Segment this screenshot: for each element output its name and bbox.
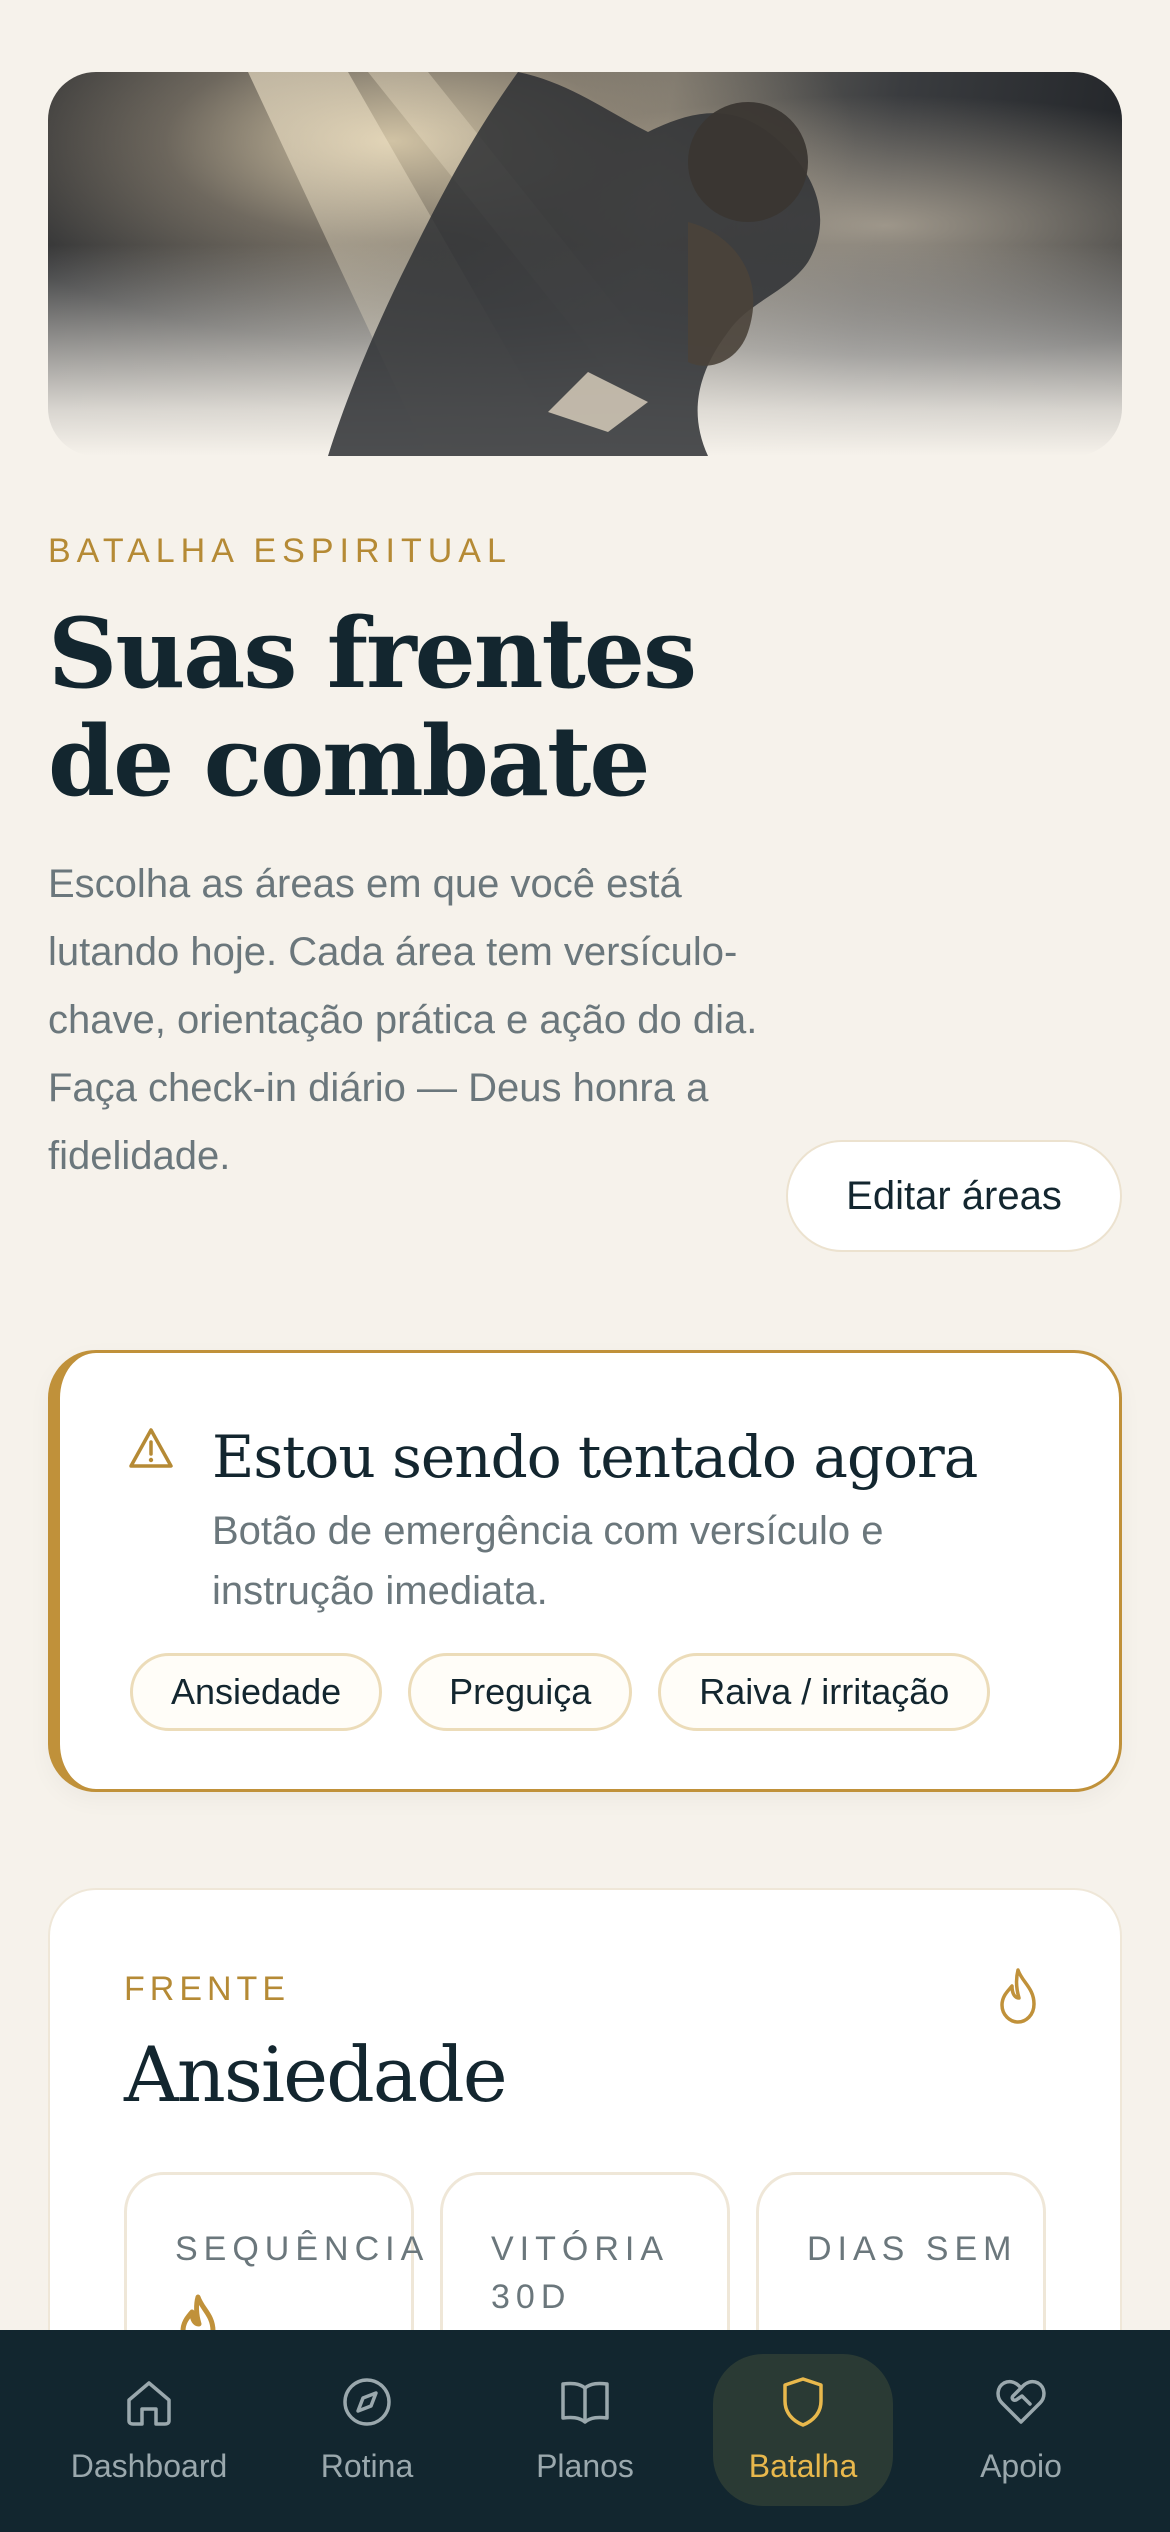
- chip-ansiedade[interactable]: Ansiedade: [130, 1653, 383, 1731]
- home-icon: [127, 2381, 171, 2426]
- heart-hands-icon: [996, 2379, 1046, 2424]
- section-eyebrow: BATALHA ESPIRITUAL: [48, 532, 512, 570]
- page-title: Suas frentes de combate: [48, 597, 697, 818]
- bottom-nav: Dashboard Rotina Planos Batalha Apoio: [0, 2330, 1170, 2532]
- nav-item-planos[interactable]: Planos: [495, 2354, 675, 2506]
- hero-image: [48, 72, 1122, 456]
- nav-item-apoio[interactable]: Apoio: [931, 2354, 1111, 2506]
- nav-item-rotina[interactable]: Rotina: [277, 2354, 457, 2506]
- stat-label: SEQUÊNCIA: [175, 2230, 430, 2268]
- praying-man-illustration: [248, 72, 821, 456]
- front-eyebrow: FRENTE: [124, 1970, 290, 2008]
- nav-item-dashboard[interactable]: Dashboard: [59, 2354, 239, 2506]
- edit-areas-button[interactable]: Editar áreas: [786, 1140, 1122, 1252]
- warning-icon: [129, 1428, 173, 1468]
- shield-icon: [783, 2377, 823, 2427]
- front-title: Ansiedade: [124, 2030, 508, 2119]
- flame-icon: [1000, 1968, 1036, 2024]
- nav-label: Dashboard: [70, 2448, 228, 2484]
- compass-icon: [343, 2378, 391, 2426]
- nav-item-batalha[interactable]: Batalha: [713, 2354, 893, 2506]
- nav-label: Batalha: [748, 2448, 858, 2484]
- nav-label: Planos: [536, 2448, 634, 2484]
- stat-label: VITÓRIA 30D: [491, 2230, 668, 2316]
- page-description: Escolha as áreas em que você está lutand…: [48, 862, 758, 1178]
- emergency-title: Estou sendo tentado agora: [212, 1423, 978, 1491]
- emergency-chips: Ansiedade Preguiça Raiva / irritação: [130, 1653, 991, 1731]
- chip-raiva[interactable]: Raiva / irritação: [658, 1653, 991, 1731]
- book-icon: [561, 2381, 609, 2424]
- emergency-subtitle: Botão de emergência com versículo e inst…: [212, 1509, 884, 1613]
- chip-preguica[interactable]: Preguiça: [408, 1653, 633, 1731]
- stat-label: DIAS SEM: [807, 2230, 1018, 2268]
- nav-label: Apoio: [980, 2448, 1062, 2484]
- nav-label: Rotina: [320, 2448, 414, 2484]
- emergency-card[interactable]: Estou sendo tentado agora Botão de emerg…: [48, 1350, 1122, 1792]
